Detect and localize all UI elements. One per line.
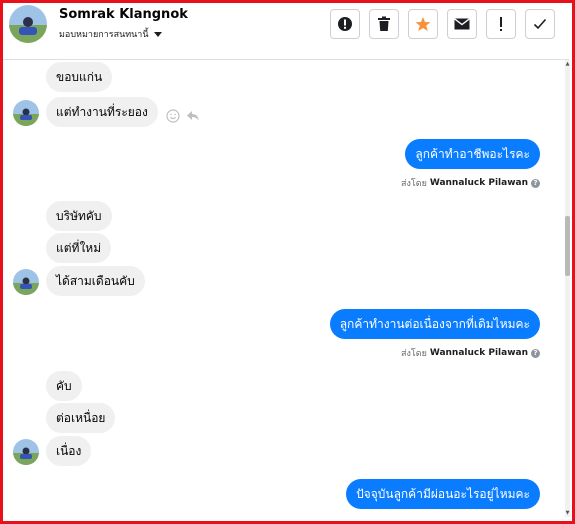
alert-circle-icon [338, 17, 352, 31]
star-button[interactable] [408, 9, 438, 39]
sender-avatar [13, 439, 39, 465]
sent-by-prefix: ส่งโดย [401, 179, 427, 189]
incoming-message[interactable]: เนื่อง [46, 436, 92, 466]
outgoing-message[interactable]: ลูกค้าทำอาชีพอะไรคะ [405, 139, 540, 169]
contact-avatar[interactable] [9, 5, 47, 43]
caret-down-icon [153, 31, 162, 37]
help-icon[interactable]: ? [531, 178, 540, 188]
scrollbar[interactable]: ▲ ▼ [565, 60, 570, 517]
sent-by-prefix: ส่งโดย [401, 349, 427, 359]
sent-by-agent[interactable]: Wannaluck Pilawan [430, 348, 528, 358]
follow-up-button[interactable] [486, 9, 516, 39]
message-thread[interactable]: ขอบแก่น แต่ทำงานที่ระยอง ลูกค้าทำอาชีพอะ… [3, 60, 565, 517]
sent-by-agent[interactable]: Wannaluck Pilawan [430, 178, 528, 188]
scroll-down-icon[interactable]: ▼ [565, 510, 570, 516]
scroll-up-icon[interactable]: ▲ [565, 61, 570, 67]
reply-icon[interactable] [186, 109, 200, 123]
incoming-message[interactable]: แต่ที่ใหม่ [46, 233, 112, 263]
mark-unread-button[interactable] [447, 9, 477, 39]
mark-done-button[interactable] [525, 9, 555, 39]
delete-button[interactable] [369, 9, 399, 39]
sent-by-label: ส่งโดย Wannaluck Pilawan ? [401, 176, 540, 190]
outgoing-message[interactable]: ปัจจุบันลูกค้ามีผ่อนอะไรอยู่ไหมคะ [346, 479, 540, 509]
checkmark-icon [533, 18, 547, 30]
exclamation-icon [500, 17, 502, 31]
mark-spam-button[interactable] [330, 9, 360, 39]
star-icon [415, 17, 431, 31]
incoming-message[interactable]: ต่อเหนื่อย [46, 403, 116, 433]
incoming-message[interactable]: บริษัทคับ [46, 201, 112, 231]
sender-avatar [13, 269, 39, 295]
scrollbar-thumb[interactable] [565, 216, 570, 276]
outgoing-message[interactable]: ลูกค้าทำงานต่อเนื่องจากที่เดิมไหมคะ [329, 309, 540, 339]
sender-avatar [13, 100, 39, 126]
assign-conversation-dropdown[interactable]: มอบหมายการสนทนานี้ [59, 27, 162, 41]
contact-name[interactable]: Somrak Klangnok [59, 7, 188, 22]
react-smiley-icon[interactable] [166, 109, 180, 123]
incoming-message[interactable]: คับ [46, 371, 82, 401]
trash-icon [378, 16, 390, 31]
incoming-message[interactable]: ขอบแก่น [46, 62, 113, 92]
sent-by-label: ส่งโดย Wannaluck Pilawan ? [401, 346, 540, 360]
conversation-header: Somrak Klangnok มอบหมายการสนทนานี้ [3, 3, 569, 60]
assign-label: มอบหมายการสนทนานี้ [59, 30, 149, 40]
incoming-message[interactable]: แต่ทำงานที่ระยอง [46, 97, 158, 127]
incoming-message[interactable]: ได้สามเดือนคับ [46, 266, 145, 296]
envelope-icon [454, 18, 470, 30]
help-icon[interactable]: ? [531, 348, 540, 358]
